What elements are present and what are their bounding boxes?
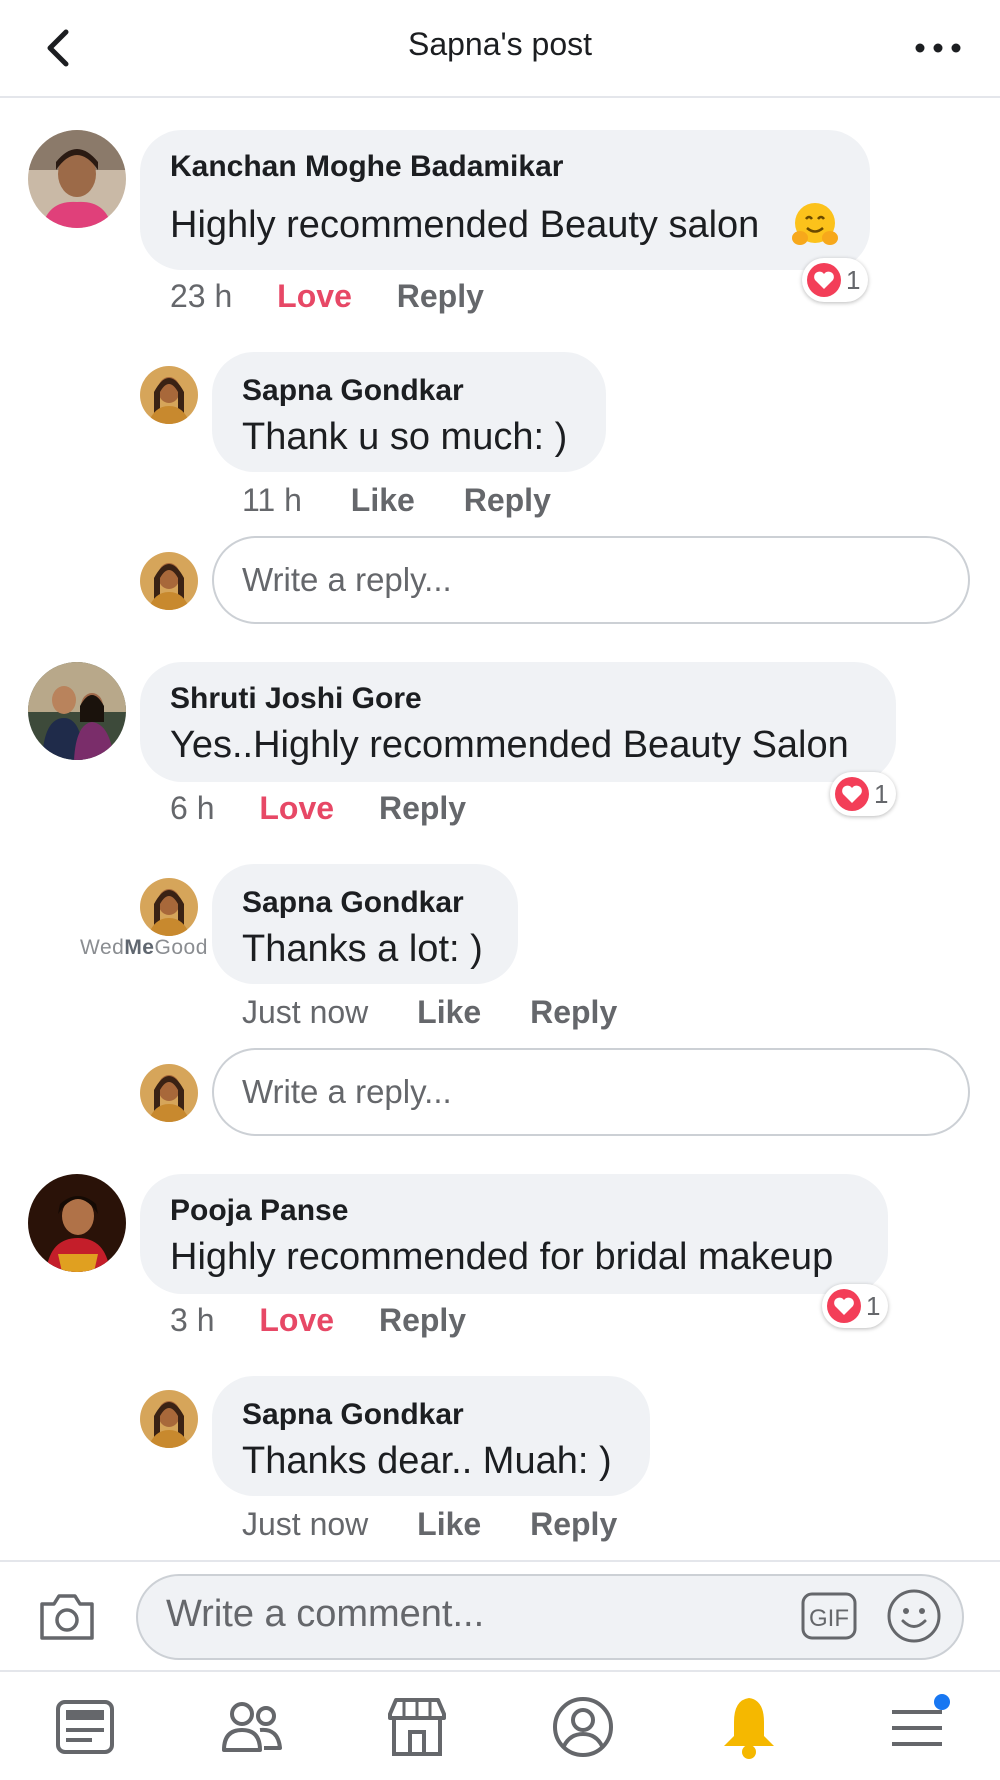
avatar[interactable] (28, 662, 126, 760)
avatar (140, 1064, 198, 1122)
love-reaction-badge[interactable]: 1 (802, 258, 869, 302)
friends-icon[interactable] (216, 1692, 286, 1762)
gif-icon: GIF (801, 1592, 857, 1640)
hugging-face-emoji-icon (790, 200, 840, 250)
watermark-logo: WedMeGood (80, 936, 208, 959)
reply-input[interactable]: Write a reply... (212, 536, 970, 624)
user-photo-icon (28, 662, 126, 760)
reply-button[interactable]: Reply (379, 790, 466, 826)
more-options-button[interactable] (908, 28, 968, 68)
reply-button[interactable]: Reply (530, 994, 617, 1030)
comment-input-placeholder: Write a comment... (166, 1593, 485, 1635)
news-feed-icon[interactable] (50, 1692, 120, 1762)
page-title: Sapna's post (407, 26, 592, 62)
bottom-navigation (0, 1670, 1000, 1780)
notifications-icon[interactable] (714, 1692, 784, 1762)
reply-text: Thanks a lot: ) (242, 928, 483, 970)
love-reaction-badge[interactable]: 1 (830, 772, 897, 816)
reply-input[interactable]: Write a reply... (212, 1048, 970, 1136)
like-button[interactable]: Like (417, 994, 481, 1030)
notification-badge-dot (934, 1694, 950, 1710)
reply-button[interactable]: Reply (464, 482, 551, 518)
timestamp: 6 h (170, 790, 215, 826)
comment-actions: 23 h Love Reply (170, 278, 484, 315)
heart-icon (807, 263, 841, 297)
avatar[interactable] (140, 366, 198, 424)
reply-input-placeholder: Write a reply... (242, 1073, 452, 1110)
user-photo-icon (140, 366, 198, 424)
marketplace-icon[interactable] (382, 1692, 452, 1762)
user-photo-icon (140, 878, 198, 936)
timestamp: 23 h (170, 278, 233, 314)
avatar[interactable] (28, 1174, 126, 1272)
reaction-count: 1 (866, 1290, 881, 1321)
reply-button[interactable]: Reply (379, 1302, 466, 1338)
reply-actions: 11 h Like Reply (242, 482, 551, 519)
reply-text: Thank u so much: ) (242, 416, 568, 458)
comment-author[interactable]: Kanchan Moghe Badamikar (170, 150, 563, 184)
reply-text: Thanks dear.. Muah: ) (242, 1440, 612, 1482)
heart-icon (835, 777, 869, 811)
avatar[interactable] (140, 878, 198, 936)
love-button[interactable]: Love (277, 278, 352, 314)
like-button[interactable]: Like (417, 1506, 481, 1542)
timestamp: Just now (242, 994, 369, 1030)
reaction-count: 1 (846, 264, 861, 295)
like-button[interactable]: Like (351, 482, 415, 518)
comment-actions: 6 h Love Reply (170, 790, 466, 827)
reply-actions: Just now Like Reply (242, 994, 617, 1031)
gif-button[interactable]: GIF (800, 1590, 858, 1642)
reply-actions: Just now Like Reply (242, 1506, 617, 1543)
comment-text: Highly recommended for bridal makeup (170, 1236, 834, 1278)
reaction-count: 1 (874, 778, 889, 809)
reply-author[interactable]: Sapna Gondkar (242, 886, 464, 920)
timestamp: 11 h (242, 482, 302, 518)
heart-icon (827, 1289, 861, 1323)
comment-author[interactable]: Shruti Joshi Gore (170, 682, 422, 716)
user-photo-icon (140, 1390, 198, 1448)
avatar (140, 552, 198, 610)
reply-button[interactable]: Reply (397, 278, 484, 314)
menu-icon[interactable] (882, 1692, 952, 1762)
user-photo-icon (28, 1174, 126, 1272)
camera-icon[interactable] (38, 1590, 96, 1642)
profile-icon[interactable] (548, 1692, 618, 1762)
love-button[interactable]: Love (259, 790, 334, 826)
reply-button[interactable]: Reply (530, 1506, 617, 1542)
timestamp: Just now (242, 1506, 369, 1542)
comment-author[interactable]: Pooja Panse (170, 1194, 348, 1228)
more-dots-icon (915, 43, 961, 53)
comment-actions: 3 h Love Reply (170, 1302, 466, 1339)
love-button[interactable]: Love (259, 1302, 334, 1338)
comment-text: Yes..Highly recommended Beauty Salon (170, 724, 849, 766)
timestamp: 3 h (170, 1302, 215, 1338)
avatar[interactable] (140, 1390, 198, 1448)
comment-text: Highly recommended Beauty salon (170, 204, 760, 246)
reply-author[interactable]: Sapna Gondkar (242, 1398, 464, 1432)
user-photo-icon (140, 552, 198, 610)
emoji-button[interactable] (886, 1588, 942, 1644)
smiley-icon (887, 1589, 941, 1643)
reply-input-placeholder: Write a reply... (242, 561, 452, 598)
svg-text:GIF: GIF (809, 1605, 849, 1632)
user-photo-icon (140, 1064, 198, 1122)
reply-author[interactable]: Sapna Gondkar (242, 374, 464, 408)
love-reaction-badge[interactable]: 1 (822, 1284, 889, 1328)
avatar[interactable] (28, 130, 126, 228)
user-photo-icon (28, 130, 126, 228)
